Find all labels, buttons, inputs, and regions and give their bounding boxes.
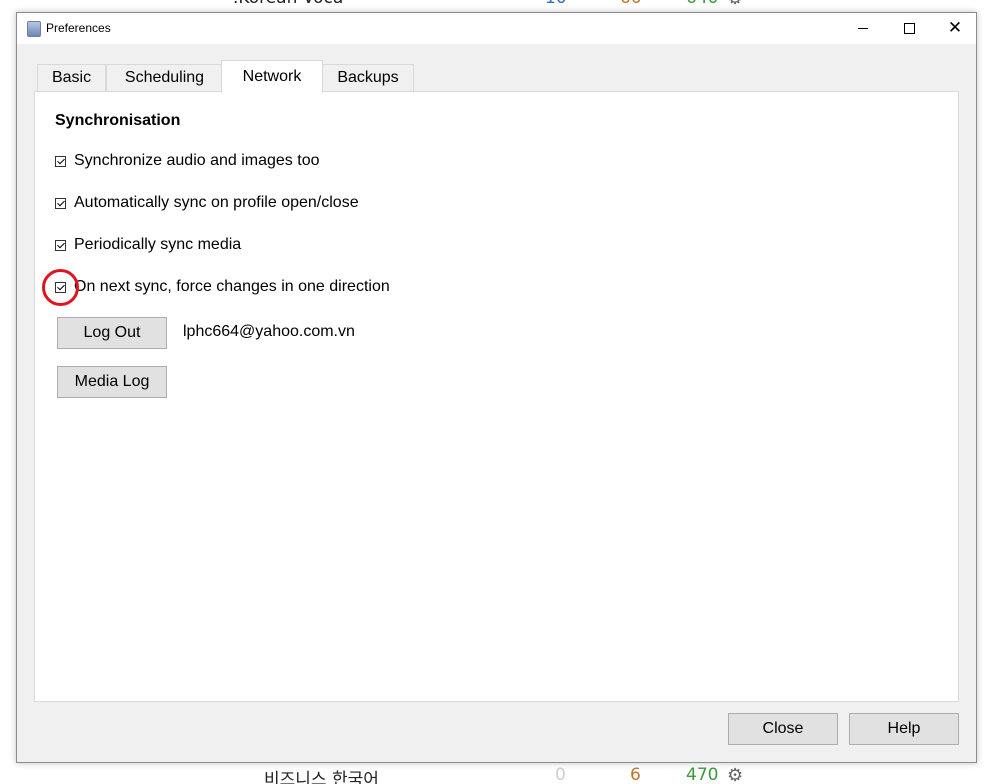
maximize-icon [903,23,915,34]
checkbox-checked-icon[interactable] [55,197,66,209]
background-deck-row: .Korean Voca 10 60 640 ⚙ [0,0,1005,12]
tab-network[interactable]: Network [221,60,323,93]
close-button[interactable]: Close [728,713,838,745]
deck-name: 비즈니스 한국어 [264,770,379,784]
deck-learn-count: 60 [620,0,642,8]
close-window-button[interactable]: ✕ [932,13,978,44]
minimize-icon [858,28,868,29]
checkbox-checked-icon[interactable] [55,155,66,167]
anki-app-icon [27,21,41,37]
title-bar[interactable]: Preferences ✕ [17,13,976,44]
checkbox-checked-icon[interactable] [55,281,66,293]
force-one-way-checkbox[interactable]: On next sync, force changes in one direc… [55,276,390,298]
deck-learn-count: 6 [630,765,641,784]
auto-sync-checkbox[interactable]: Automatically sync on profile open/close [55,192,359,214]
preferences-dialog: Preferences ✕ Basic Scheduling Network B… [16,12,977,763]
gear-icon[interactable]: ⚙ [727,765,743,784]
media-log-button[interactable]: Media Log [57,366,167,398]
network-tab-panel: Synchronisation Synchronize audio and im… [34,91,959,702]
tab-basic[interactable]: Basic [37,64,106,91]
checkbox-label: Automatically sync on profile open/close [74,194,359,211]
sync-media-checkbox[interactable]: Synchronize audio and images too [55,150,320,172]
periodic-sync-checkbox[interactable]: Periodically sync media [55,234,241,256]
checkbox-label: On next sync, force changes in one direc… [74,278,390,295]
deck-new-count: 0 [555,765,566,784]
deck-new-count: 10 [545,0,567,8]
window-title: Preferences [46,21,111,35]
checkbox-label: Periodically sync media [74,236,242,253]
help-button[interactable]: Help [849,713,959,745]
tab-scheduling[interactable]: Scheduling [106,64,223,91]
tab-backups[interactable]: Backups [322,64,414,91]
deck-review-count: 640 [686,0,718,8]
section-title: Synchronisation [55,112,181,129]
background-deck-row: 비즈니스 한국어 0 6 470 ⚙ [0,765,1005,784]
log-out-button[interactable]: Log Out [57,317,167,349]
maximize-button[interactable] [886,13,932,44]
deck-review-count: 470 [686,765,719,784]
checkbox-checked-icon[interactable] [55,239,66,251]
close-icon: ✕ [947,18,963,38]
deck-name: .Korean Voca [233,0,343,8]
minimize-button[interactable] [840,13,886,44]
gear-icon[interactable]: ⚙ [727,0,743,9]
account-email: lphc664@yahoo.com.vn [183,323,355,340]
checkbox-label: Synchronize audio and images too [74,152,320,169]
